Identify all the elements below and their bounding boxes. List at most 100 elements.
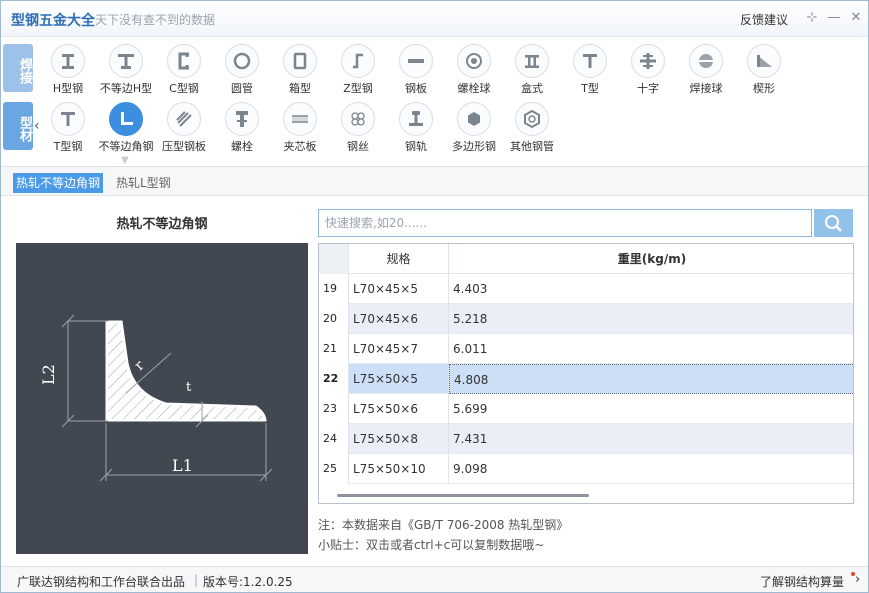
dim-label-l2: L2 (39, 364, 58, 385)
row-number: 19 (319, 274, 349, 304)
item-bolt[interactable]: 螺栓 (211, 102, 273, 158)
producer-text: 广联达钢结构和工作台联合出品 (17, 575, 186, 589)
item-label: 不等边H型 (99, 82, 153, 95)
cell-spec[interactable]: L70×45×5 (349, 274, 449, 304)
cell-spec[interactable]: L75×50×5 (349, 364, 449, 394)
item-z-section[interactable]: Z型钢 (327, 44, 389, 100)
app-slogan: 天下没有查不到的数据 (95, 13, 216, 27)
table-row-selected[interactable]: 22 L75×50×5 4.808 (319, 364, 853, 394)
cell-spec[interactable]: L70×45×7 (349, 334, 449, 364)
table-row[interactable]: 19 L70×45×5 4.403 (319, 274, 853, 304)
spec-table[interactable]: 规格 重里(kg/m) 19 L70×45×5 4.403 20 L70×45×… (318, 243, 854, 504)
cell-spec[interactable]: L75×50×6 (349, 394, 449, 424)
column-header-spec[interactable]: 规格 (349, 244, 449, 274)
search-button[interactable] (814, 209, 853, 237)
t-section-icon (573, 44, 607, 78)
item-rail[interactable]: 钢轨 (385, 102, 447, 158)
tip-note: 小贴士：双击或者ctrl+c可以复制数据哦~ (318, 538, 545, 552)
item-other-pipe[interactable]: 其他钢管 (501, 102, 563, 158)
cell-weight[interactable]: 9.098 (449, 454, 853, 484)
item-unequal-angle[interactable]: 不等边角钢 (95, 102, 157, 158)
item-label: 螺栓球 (457, 82, 491, 95)
item-cross-section[interactable]: 十字 (617, 44, 679, 100)
app-title: 型钢五金大全 (11, 13, 95, 29)
cell-weight[interactable]: 4.808 (449, 364, 853, 394)
item-label: 盒式 (521, 82, 543, 95)
profiled-sheet-icon (167, 102, 201, 136)
version-text: 版本号:1.2.0.25 (203, 575, 293, 589)
steel-plate-icon (399, 44, 433, 78)
item-label: H型钢 (52, 82, 84, 95)
cell-spec[interactable]: L75×50×10 (349, 454, 449, 484)
cell-weight[interactable]: 5.699 (449, 394, 853, 424)
item-wedge[interactable]: 楔形 (733, 44, 795, 100)
item-profiled-sheet[interactable]: 压型钢板 (153, 102, 215, 158)
item-label: 钢丝 (347, 140, 369, 153)
pin-icon[interactable]: ⊹ (804, 9, 820, 27)
learn-more-link[interactable]: 了解钢结构算量 (760, 573, 844, 590)
subtab-bar: 热轧不等边角钢 热轧L型钢 (1, 166, 868, 196)
other-pipe-icon (515, 102, 549, 136)
item-label: 圆管 (231, 82, 253, 95)
item-steel-plate[interactable]: 钢板 (385, 44, 447, 100)
unequal-angle-icon (109, 102, 143, 136)
cell-spec[interactable]: L75×50×8 (349, 424, 449, 454)
cell-spec[interactable]: L70×45×6 (349, 304, 449, 334)
row-number: 25 (319, 454, 349, 484)
table-row[interactable]: 23 L75×50×6 5.699 (319, 394, 853, 424)
item-polygon-steel[interactable]: 多边形钢 (443, 102, 505, 158)
horizontal-scrollbar[interactable] (337, 494, 589, 497)
dim-label-l1: L1 (172, 456, 193, 475)
category-tab-weld[interactable]: 焊接 (3, 44, 33, 92)
item-t-section[interactable]: T型 (559, 44, 621, 100)
item-label: 压型钢板 (162, 140, 206, 153)
chevron-right-icon[interactable]: › (855, 572, 860, 587)
item-label: 箱型 (289, 82, 311, 95)
row-number: 24 (319, 424, 349, 454)
item-sandwich-panel[interactable]: 夹芯板 (269, 102, 331, 158)
close-button[interactable]: ✕ (848, 9, 864, 27)
item-unequal-h-beam[interactable]: 不等边H型 (95, 44, 157, 100)
item-label: 钢轨 (405, 140, 427, 153)
item-label: T型 (581, 82, 599, 95)
subtab-hot-rolled-unequal-angle[interactable]: 热轧不等边角钢 (13, 173, 104, 193)
item-welded-ball[interactable]: 焊接球 (675, 44, 737, 100)
minimize-button[interactable]: — (826, 9, 842, 27)
item-c-channel[interactable]: C型钢 (153, 44, 215, 100)
subtab-hot-rolled-l-steel[interactable]: 热轧L型钢 (113, 173, 174, 193)
cell-weight[interactable]: 5.218 (449, 304, 853, 334)
feedback-link[interactable]: 反馈建议 (740, 11, 788, 28)
box-section-icon (283, 44, 317, 78)
item-label: C型钢 (169, 82, 199, 95)
item-box-section[interactable]: 箱型 (269, 44, 331, 100)
item-label: 钢板 (405, 82, 427, 95)
item-h-beam[interactable]: H型钢 (37, 44, 99, 100)
item-bolt-ball[interactable]: 螺栓球 (443, 44, 505, 100)
status-separator: | (194, 573, 199, 587)
table-row[interactable]: 24 L75×50×8 7.431 (319, 424, 853, 454)
column-header-weight[interactable]: 重里(kg/m) (449, 244, 853, 274)
dim-label-r: r (132, 358, 148, 374)
search-input[interactable] (318, 209, 812, 237)
row-number: 23 (319, 394, 349, 424)
title-bar: 型钢五金大全 天下没有查不到的数据 反馈建议 ⊹ — ✕ (1, 1, 868, 37)
item-steel-wire[interactable]: 钢丝 (327, 102, 389, 158)
table-header: 规格 重里(kg/m) (319, 244, 853, 274)
bolt-icon (225, 102, 259, 136)
table-row[interactable]: 21 L70×45×7 6.011 (319, 334, 853, 364)
item-box-type[interactable]: 盒式 (501, 44, 563, 100)
table-row[interactable]: 25 L75×50×10 9.098 (319, 454, 853, 484)
active-item-pointer-icon: ▼ (121, 155, 129, 166)
row-number: 22 (319, 364, 349, 394)
category-tab-profile[interactable]: 型材 (3, 102, 33, 150)
item-t-steel[interactable]: T型钢 (37, 102, 99, 158)
item-label: Z型钢 (343, 82, 373, 95)
cell-weight[interactable]: 6.011 (449, 334, 853, 364)
wedge-icon (747, 44, 781, 78)
table-row[interactable]: 20 L70×45×6 5.218 (319, 304, 853, 334)
cell-weight[interactable]: 4.403 (449, 274, 853, 304)
item-round-pipe[interactable]: 圆管 (211, 44, 273, 100)
diagram-title: 热轧不等边角钢 (116, 217, 208, 232)
cell-weight[interactable]: 7.431 (449, 424, 853, 454)
data-source-note: 注：本数据来自《GB/T 706-2008 热轧型钢》 (318, 518, 569, 532)
